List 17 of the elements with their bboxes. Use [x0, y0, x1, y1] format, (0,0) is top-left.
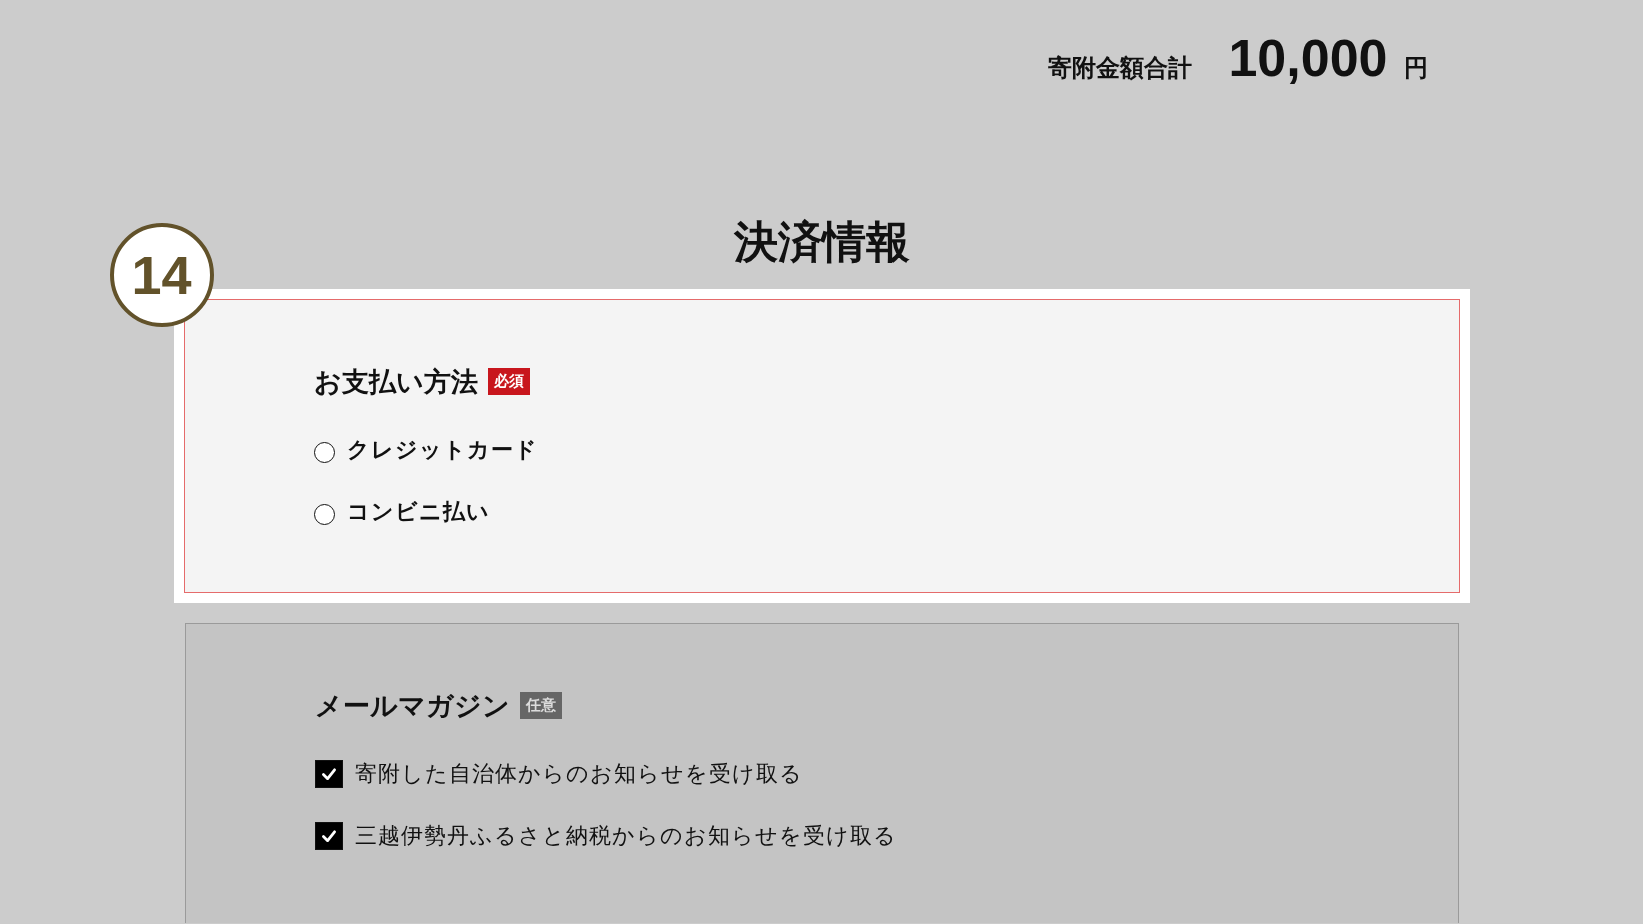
field-heading: お支払い方法 [313, 364, 478, 399]
step-number-marker: 14 [109, 222, 214, 327]
optional-badge: 任意 [519, 692, 562, 720]
option-label[interactable]: クレジットカード [346, 434, 538, 465]
option-label[interactable]: 寄附した自治体からのお知らせを受け取る [354, 758, 803, 789]
radio-button[interactable] [313, 504, 335, 526]
radio-button[interactable] [313, 442, 335, 464]
total-label: 寄附金額合計 [1048, 53, 1193, 84]
currency-unit: 円 [1403, 53, 1428, 84]
field-heading: メールマガジン [314, 688, 510, 723]
total-amount: 10,000 [1228, 28, 1388, 88]
option-label[interactable]: 三越伊勢丹ふるさと納税からのお知らせを受け取る [354, 820, 897, 851]
checkbox[interactable] [314, 759, 343, 788]
required-badge: 必須 [487, 368, 530, 396]
option-label[interactable]: コンビニ払い [346, 496, 490, 527]
checkbox[interactable] [314, 821, 343, 850]
section-title: 決済情報 [732, 216, 911, 269]
